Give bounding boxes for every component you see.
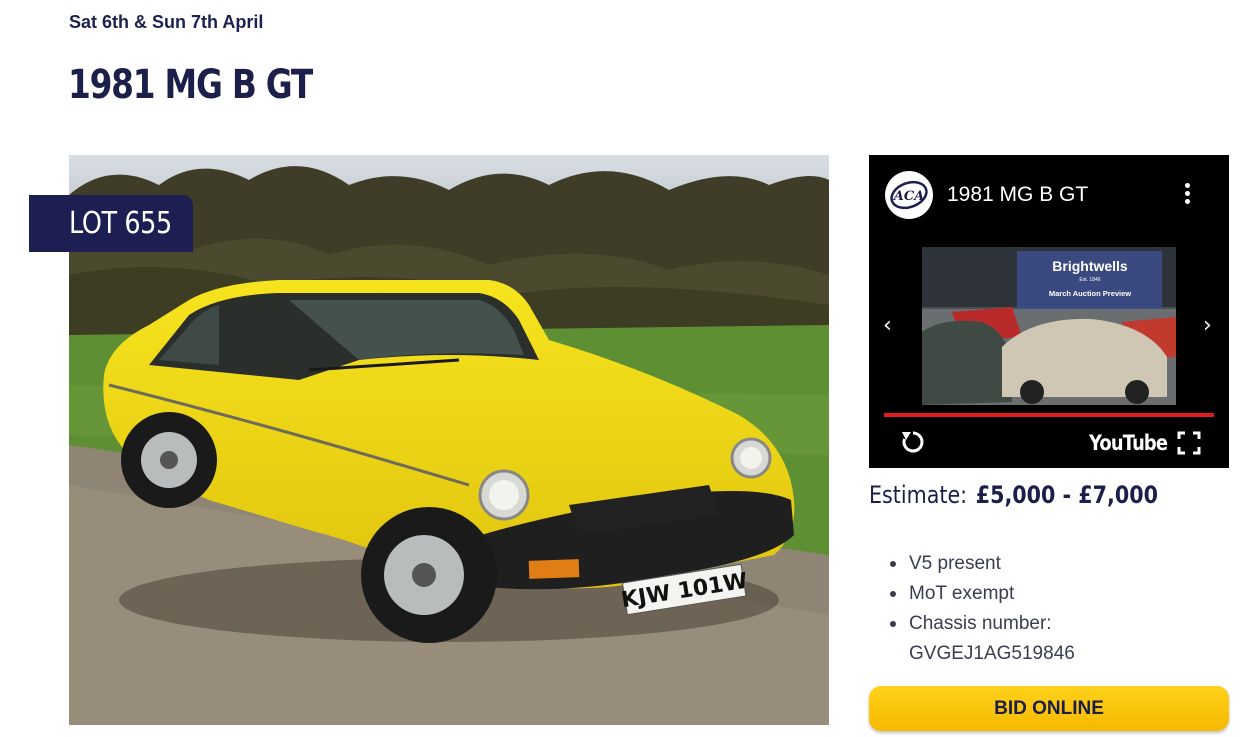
bid-online-button[interactable]: BID ONLINE (869, 686, 1229, 731)
lot-number-badge: LOT 655 (29, 195, 193, 252)
next-arrow-icon[interactable]: › (1203, 313, 1212, 338)
estimate-value: £5,000 - £7,000 (975, 481, 1158, 509)
video-progress-bar[interactable] (884, 413, 1214, 417)
video-player[interactable]: ACA 1981 MG B GT ‹ › Brightwells Est. 18… (869, 155, 1229, 468)
svg-text:ACA: ACA (892, 189, 925, 204)
thumbnail-est: Est. 1846 (1079, 277, 1100, 283)
lot-title: 1981 MG B GT (68, 62, 313, 108)
estimate: Estimate: £5,000 - £7,000 (869, 481, 1158, 509)
thumbnail-caption: March Auction Preview (1049, 289, 1131, 298)
video-thumbnail[interactable]: Brightwells Est. 1846 March Auction Prev… (922, 247, 1176, 405)
youtube-logo[interactable]: YouTube (1089, 431, 1168, 455)
list-item: V5 present (890, 549, 1209, 579)
prev-arrow-icon[interactable]: ‹ (883, 313, 892, 338)
video-title[interactable]: 1981 MG B GT (947, 183, 1088, 207)
lot-number: LOT 655 (69, 206, 172, 241)
menu-dots-icon[interactable] (1183, 183, 1191, 209)
list-item: MoT exempt (890, 579, 1209, 609)
channel-logo-icon[interactable]: ACA (885, 171, 933, 219)
fullscreen-icon[interactable] (1177, 431, 1201, 455)
auction-dates: Sat 6th & Sun 7th April (69, 12, 264, 32)
lot-details-list: V5 present MoT exempt Chassis number: GV… (890, 549, 1209, 669)
list-item: Chassis number: GVGEJ1AG519846 (890, 609, 1209, 669)
replay-icon[interactable] (899, 428, 927, 456)
estimate-label: Estimate: (869, 481, 968, 509)
thumbnail-brand: Brightwells (1052, 258, 1128, 274)
